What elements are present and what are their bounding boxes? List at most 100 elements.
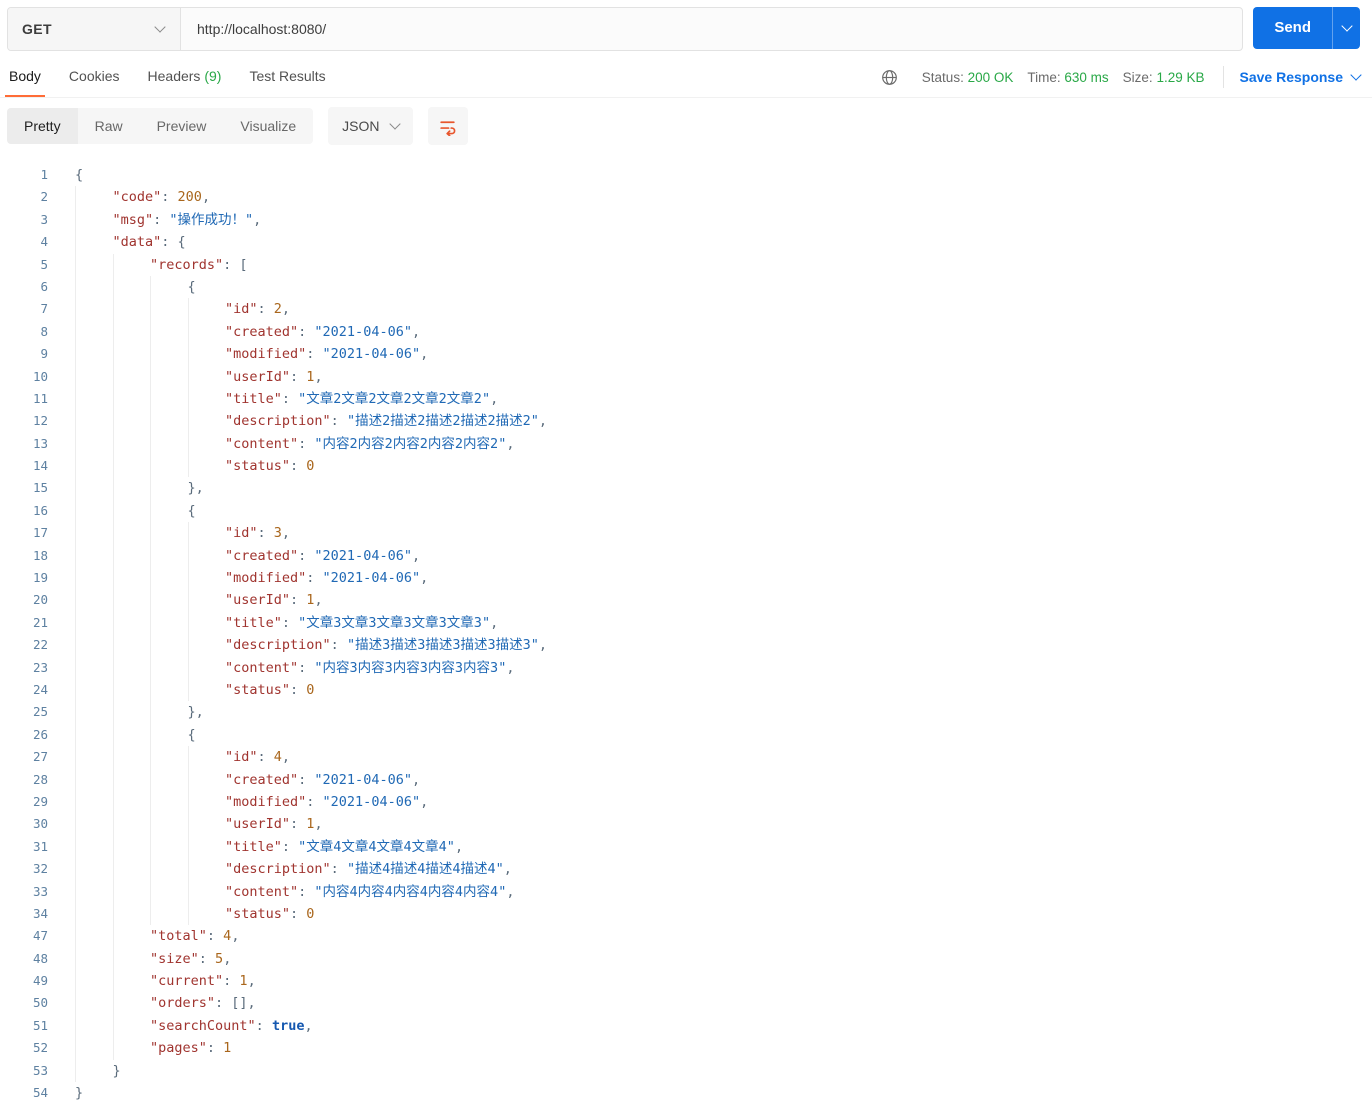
indent-guide bbox=[112, 746, 151, 769]
indent-guide bbox=[187, 880, 226, 903]
token-p: : bbox=[257, 301, 274, 318]
indent-guide bbox=[187, 656, 226, 679]
tab-label: Test Results bbox=[249, 68, 326, 84]
indent-guide bbox=[112, 455, 151, 478]
token-p: : bbox=[257, 749, 274, 766]
code-line: 24 "status": 0 bbox=[0, 678, 1372, 702]
method-select[interactable]: GET bbox=[8, 8, 181, 50]
tab-test-results[interactable]: Test Results bbox=[247, 57, 327, 97]
indent-guide bbox=[112, 902, 151, 926]
token-n: 0 bbox=[306, 458, 315, 475]
token-k: "orders" bbox=[150, 995, 216, 1012]
token-s: "2021-04-06" bbox=[314, 323, 412, 340]
line-content: "pages": 1 bbox=[48, 1037, 231, 1060]
format-select[interactable]: JSON bbox=[328, 107, 413, 145]
tab-headers[interactable]: Headers (9) bbox=[146, 57, 224, 97]
line-content: }, bbox=[48, 477, 204, 500]
token-k: "description" bbox=[225, 637, 331, 654]
line-number: 18 bbox=[32, 547, 48, 563]
line-number: 26 bbox=[32, 726, 48, 742]
indent-guide bbox=[187, 813, 226, 836]
token-n: 2 bbox=[273, 301, 282, 318]
indent-guide bbox=[187, 790, 226, 814]
chevron-down-icon bbox=[1340, 20, 1353, 32]
line-content: "userId": 1, bbox=[48, 589, 323, 612]
token-p: , bbox=[314, 592, 323, 609]
line-content: "code": 200, bbox=[48, 186, 210, 209]
token-n: 0 bbox=[306, 905, 315, 922]
indent-guide bbox=[112, 678, 151, 702]
line-content: "status": 0 bbox=[48, 902, 315, 926]
code-line: 14 "status": 0 bbox=[0, 455, 1372, 478]
token-p: : bbox=[306, 793, 323, 810]
url-input[interactable] bbox=[181, 8, 1243, 50]
indent-guide bbox=[112, 253, 151, 276]
line-content: "description": "描述3描述3描述3描述3描述3", bbox=[48, 634, 547, 657]
indent-guide bbox=[112, 880, 151, 903]
view-tab-visualize[interactable]: Visualize bbox=[223, 108, 313, 144]
indent-guide bbox=[150, 544, 188, 568]
wrap-text-button[interactable] bbox=[427, 107, 468, 145]
indent-guide bbox=[187, 902, 226, 926]
token-p: : bbox=[290, 905, 307, 922]
token-k: "userId" bbox=[225, 592, 291, 609]
line-number: 4 bbox=[40, 234, 48, 250]
format-label: JSON bbox=[342, 118, 380, 134]
send-options-button[interactable] bbox=[1332, 7, 1360, 49]
view-tab-raw[interactable]: Raw bbox=[78, 108, 140, 144]
code-line: 11 "title": "文章2文章2文章2文章2文章2", bbox=[0, 387, 1372, 411]
view-tab-preview[interactable]: Preview bbox=[140, 108, 224, 144]
indent-guide bbox=[150, 298, 188, 321]
token-k: "status" bbox=[225, 905, 291, 922]
line-number: 17 bbox=[32, 525, 48, 541]
view-tab-pretty[interactable]: Pretty bbox=[7, 108, 78, 144]
code-line: 18 "created": "2021-04-06", bbox=[0, 544, 1372, 568]
token-p: : bbox=[290, 592, 307, 609]
token-p: [], bbox=[231, 995, 256, 1012]
token-p: } bbox=[75, 1085, 84, 1102]
token-p: , bbox=[420, 570, 429, 587]
indent-guide bbox=[75, 231, 113, 254]
tab-cookies[interactable]: Cookies bbox=[67, 57, 122, 97]
token-k: "title" bbox=[225, 390, 282, 407]
indent-guide bbox=[75, 298, 113, 321]
token-p: , bbox=[411, 323, 421, 340]
code-line: 10 "userId": 1, bbox=[0, 365, 1372, 388]
indent-guide bbox=[150, 723, 188, 747]
line-content: "content": "内容4内容4内容4内容4内容4", bbox=[48, 880, 514, 903]
line-number: 49 bbox=[32, 973, 48, 989]
line-number: 11 bbox=[32, 390, 48, 406]
line-number: 31 bbox=[32, 838, 48, 854]
token-k: "userId" bbox=[225, 816, 291, 833]
token-k: "created" bbox=[225, 323, 299, 340]
code-line: 16 { bbox=[0, 499, 1372, 523]
line-content: "description": "描述2描述2描述2描述2描述2", bbox=[48, 410, 547, 433]
token-p: }, bbox=[187, 480, 204, 497]
send-button[interactable]: Send bbox=[1253, 7, 1332, 49]
indent-guide bbox=[112, 320, 151, 344]
token-p: : bbox=[161, 234, 178, 251]
indent-guide bbox=[187, 611, 226, 635]
code-line: 31 "title": "文章4文章4文章4文章4", bbox=[0, 835, 1372, 859]
token-n: 0 bbox=[306, 681, 315, 698]
network-info-button[interactable] bbox=[881, 69, 898, 86]
line-number: 15 bbox=[32, 480, 48, 496]
indent-guide bbox=[150, 634, 188, 657]
indent-guide bbox=[75, 410, 113, 433]
indent-guide bbox=[75, 208, 113, 232]
token-p: { bbox=[187, 726, 196, 743]
line-number: 2 bbox=[40, 189, 48, 205]
tab-body[interactable]: Body bbox=[5, 57, 45, 97]
token-p: : bbox=[298, 435, 315, 452]
code-line: 33 "content": "内容4内容4内容4内容4内容4", bbox=[0, 880, 1372, 903]
indent-guide bbox=[112, 634, 151, 657]
indent-guide bbox=[75, 320, 113, 344]
token-k: "created" bbox=[225, 771, 299, 788]
time-value: 630 ms bbox=[1064, 69, 1109, 85]
token-p: : bbox=[290, 368, 307, 385]
line-content: "created": "2021-04-06", bbox=[48, 320, 421, 344]
save-response-button[interactable]: Save Response bbox=[1240, 69, 1362, 85]
indent-guide bbox=[112, 387, 151, 411]
token-n: 3 bbox=[273, 525, 282, 542]
token-k: "created" bbox=[225, 547, 299, 564]
